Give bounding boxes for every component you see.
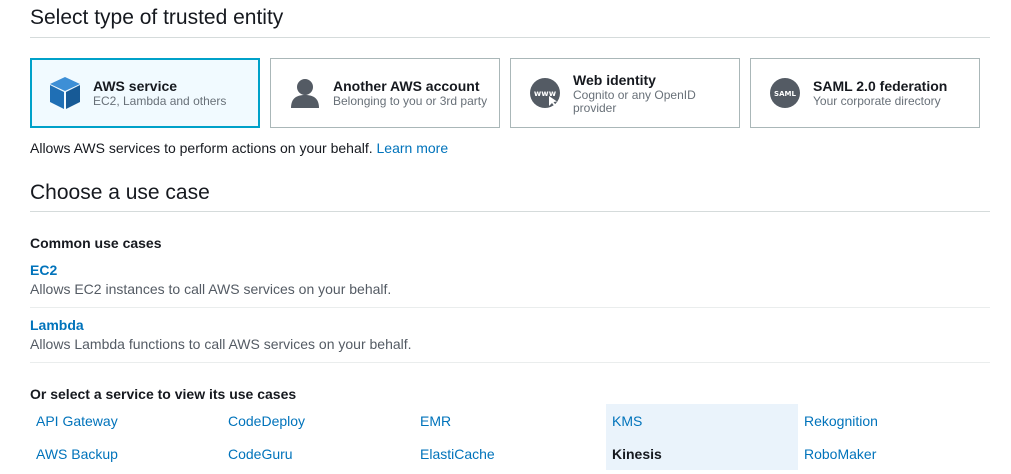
svg-text:SAML: SAML bbox=[774, 90, 796, 98]
service-kms[interactable]: KMS bbox=[606, 404, 798, 437]
service-rekognition[interactable]: Rekognition bbox=[798, 404, 990, 437]
heading-divider bbox=[30, 211, 990, 212]
trusted-entity-description: Allows AWS services to perform actions o… bbox=[30, 140, 448, 156]
learn-more-link[interactable]: Learn more bbox=[377, 140, 449, 156]
card-subtitle: Belonging to you or 3rd party bbox=[333, 94, 488, 108]
use-case-title[interactable]: EC2 bbox=[30, 262, 990, 278]
use-case-description: Allows Lambda functions to call AWS serv… bbox=[30, 336, 412, 352]
service-codedeploy[interactable]: CodeDeploy bbox=[222, 404, 414, 437]
use-case-lambda[interactable]: Lambda Allows Lambda functions to call A… bbox=[30, 317, 990, 352]
service-emr[interactable]: EMR bbox=[414, 404, 606, 437]
service-kinesis[interactable]: Kinesis bbox=[606, 437, 798, 470]
card-subtitle: Your corporate directory bbox=[813, 94, 941, 108]
list-divider bbox=[30, 307, 990, 308]
card-aws-service[interactable]: AWS service EC2, Lambda and others bbox=[30, 58, 260, 128]
trusted-entity-cards: AWS service EC2, Lambda and others Anoth… bbox=[30, 58, 980, 128]
use-case-title[interactable]: Lambda bbox=[30, 317, 990, 333]
heading-divider bbox=[30, 37, 990, 38]
www-icon: www bbox=[527, 75, 563, 111]
card-subtitle: Cognito or any OpenID provider bbox=[573, 87, 696, 115]
card-subtitle: EC2, Lambda and others bbox=[93, 94, 227, 108]
use-case-ec2[interactable]: EC2 Allows EC2 instances to call AWS ser… bbox=[30, 262, 990, 297]
service-robomaker[interactable]: RoboMaker bbox=[798, 437, 990, 470]
use-case-description: Allows EC2 instances to call AWS service… bbox=[30, 281, 392, 297]
services-heading: Or select a service to view its use case… bbox=[30, 386, 297, 402]
service-aws-backup[interactable]: AWS Backup bbox=[30, 437, 222, 470]
card-title: Web identity bbox=[573, 71, 656, 88]
card-web-identity[interactable]: www Web identity Cognito or any OpenID p… bbox=[510, 58, 740, 128]
service-api-gateway[interactable]: API Gateway bbox=[30, 404, 222, 437]
saml-icon: SAML bbox=[767, 75, 803, 111]
card-title: SAML 2.0 federation bbox=[813, 78, 948, 94]
person-icon bbox=[287, 75, 323, 111]
list-divider bbox=[30, 362, 990, 363]
card-another-aws-account[interactable]: Another AWS account Belonging to you or … bbox=[270, 58, 500, 128]
common-use-cases-heading: Common use cases bbox=[30, 235, 162, 251]
use-case-heading: Choose a use case bbox=[30, 181, 210, 204]
cube-icon bbox=[47, 75, 83, 111]
card-title: AWS service bbox=[93, 78, 178, 94]
card-title: Another AWS account bbox=[333, 78, 480, 94]
service-elasticache[interactable]: ElastiCache bbox=[414, 437, 606, 470]
description-text: Allows AWS services to perform actions o… bbox=[30, 140, 373, 156]
trusted-entity-heading: Select type of trusted entity bbox=[30, 6, 284, 29]
card-saml-federation[interactable]: SAML SAML 2.0 federation Your corporate … bbox=[750, 58, 980, 128]
service-codeguru[interactable]: CodeGuru bbox=[222, 437, 414, 470]
svg-text:www: www bbox=[534, 89, 557, 98]
